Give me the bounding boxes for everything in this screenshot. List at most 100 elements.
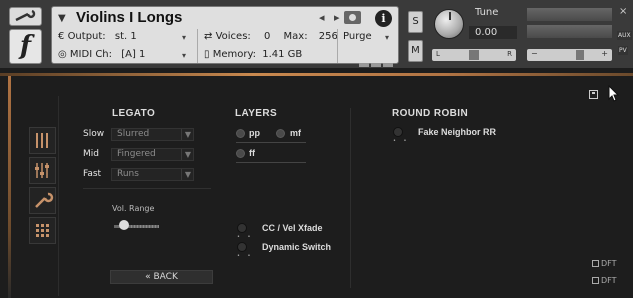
save-icon: [592, 260, 599, 267]
folder-icon: [592, 277, 599, 284]
voices-icon: ⇄: [204, 31, 213, 42]
midi-value: [A] 1: [121, 49, 146, 60]
layer-mf-label: mf: [290, 128, 301, 138]
output-icon: €: [58, 31, 65, 42]
legato-heading: LEGATO: [112, 108, 156, 119]
volume-thumb[interactable]: [576, 50, 584, 60]
wrench-icon[interactable]: [9, 7, 42, 26]
max-voices-value[interactable]: 256: [319, 31, 338, 42]
legato-fast-label: Fast: [83, 169, 102, 179]
output-row[interactable]: € Output: st. 1: [58, 31, 137, 42]
max-label: Max:: [283, 31, 308, 42]
instrument-title[interactable]: Violins I Longs: [76, 9, 182, 26]
output-value: st. 1: [114, 31, 137, 42]
wrench-icon[interactable]: [29, 187, 56, 214]
layer-pp-label: pp: [249, 128, 260, 138]
voices-value: 0: [263, 31, 271, 42]
legato-slow-label: Slow: [83, 129, 105, 139]
divider: [83, 188, 211, 189]
pan-right-label: R: [507, 50, 512, 58]
output-dropdown-icon[interactable]: ▾: [182, 33, 186, 42]
page-tabs: [29, 127, 56, 247]
level-meter-right: [527, 25, 612, 38]
output-label: Output:: [67, 31, 106, 42]
dft-save-button[interactable]: DFT: [592, 259, 617, 268]
copper-trim-left: [8, 76, 11, 298]
tune-value[interactable]: 0.00: [469, 26, 517, 39]
instrument-info-panel: ▼ Violins I Longs ◂ ▸ i € Output: st. 1 …: [51, 6, 399, 67]
dft-load-label: DFT: [601, 276, 617, 285]
solo-button[interactable]: S: [408, 11, 423, 33]
layer-ff-toggle[interactable]: [236, 149, 245, 158]
divider: [197, 29, 198, 63]
grid-icon[interactable]: [29, 217, 56, 244]
midi-dropdown-icon[interactable]: ▾: [182, 51, 186, 60]
memory-icon: ▯: [204, 49, 210, 60]
pan-thumb[interactable]: [469, 50, 479, 60]
cc-xfade-toggle[interactable]: [237, 223, 247, 233]
midi-label: MIDI Ch:: [69, 49, 113, 60]
layer-ff-label: ff: [249, 148, 255, 158]
dropdown-arrow-icon: ▼: [180, 169, 191, 180]
layer-mf-toggle[interactable]: [276, 129, 285, 138]
cc-xfade-label: CC / Vel Xfade: [262, 223, 323, 233]
close-icon[interactable]: ×: [619, 6, 627, 17]
aux-button[interactable]: AUX: [617, 31, 632, 40]
next-instrument-icon[interactable]: ▸: [334, 11, 340, 24]
volume-slider[interactable]: − +: [527, 49, 612, 61]
pan-left-label: L: [436, 50, 440, 58]
divider: [337, 29, 338, 63]
layers-heading: LAYERS: [235, 108, 278, 119]
purge-dropdown-icon[interactable]: ▾: [385, 33, 389, 42]
purge-button[interactable]: Purge: [343, 31, 372, 42]
legato-slow-select[interactable]: Slurred ▼: [111, 128, 194, 141]
dropdown-arrow-icon: ▼: [180, 149, 191, 160]
level-meter-left: [527, 8, 612, 21]
toggle-indicator: • •: [237, 234, 254, 240]
divider: [236, 142, 306, 143]
tune-label: Tune: [475, 7, 499, 18]
instrument-logo[interactable]: f: [9, 29, 42, 64]
vol-range-thumb[interactable]: [119, 220, 129, 230]
toggle-indicator: • •: [393, 138, 410, 144]
volume-plus-label: +: [601, 49, 608, 58]
volume-minus-label: −: [531, 49, 538, 58]
prev-instrument-icon[interactable]: ◂: [319, 11, 325, 24]
copper-trim: [0, 73, 633, 76]
instrument-header: f ▼ Violins I Longs ◂ ▸ i € Output: st. …: [0, 0, 633, 68]
camera-icon[interactable]: [344, 11, 361, 24]
tune-knob[interactable]: [434, 9, 464, 39]
dynamic-switch-toggle[interactable]: [237, 242, 247, 252]
pan-slider[interactable]: L R: [432, 49, 516, 61]
vol-range-label: Vol. Range: [112, 204, 155, 213]
midi-channel-row[interactable]: ◎ MIDI Ch: [A] 1: [58, 49, 145, 60]
memory-label: Memory:: [212, 49, 257, 60]
legato-slow-value: Slurred: [117, 129, 150, 139]
legato-fast-value: Runs: [117, 169, 139, 179]
memory-row: ▯ Memory: 1.41 GB: [204, 49, 302, 60]
info-icon[interactable]: i: [375, 10, 392, 27]
legato-mid-select[interactable]: Fingered ▼: [111, 148, 194, 161]
faders-vertical-icon[interactable]: [29, 127, 56, 154]
mute-button[interactable]: M: [408, 40, 423, 62]
midi-icon: ◎: [58, 49, 67, 60]
memory-value: 1.41 GB: [262, 49, 303, 60]
layer-pp-toggle[interactable]: [236, 129, 245, 138]
content-frame: [58, 96, 603, 296]
cursor-icon: [608, 85, 620, 102]
back-button[interactable]: « BACK: [110, 270, 213, 284]
mixer-sliders-icon[interactable]: [29, 157, 56, 184]
pv-button[interactable]: PV: [618, 46, 628, 55]
fake-neighbor-rr-label: Fake Neighbor RR: [418, 127, 497, 137]
fake-neighbor-rr-toggle[interactable]: [393, 127, 403, 137]
dft-save-label: DFT: [601, 259, 617, 268]
toggle-indicator: • •: [237, 253, 254, 259]
divider: [350, 108, 351, 288]
divider: [236, 162, 306, 163]
legato-fast-select[interactable]: Runs ▼: [111, 168, 194, 181]
dft-load-button[interactable]: DFT: [592, 276, 617, 285]
save-icon[interactable]: [589, 90, 598, 99]
voices-label: Voices:: [215, 31, 251, 42]
collapse-arrow-icon[interactable]: ▼: [58, 13, 66, 24]
dynamic-switch-label: Dynamic Switch: [262, 242, 332, 252]
